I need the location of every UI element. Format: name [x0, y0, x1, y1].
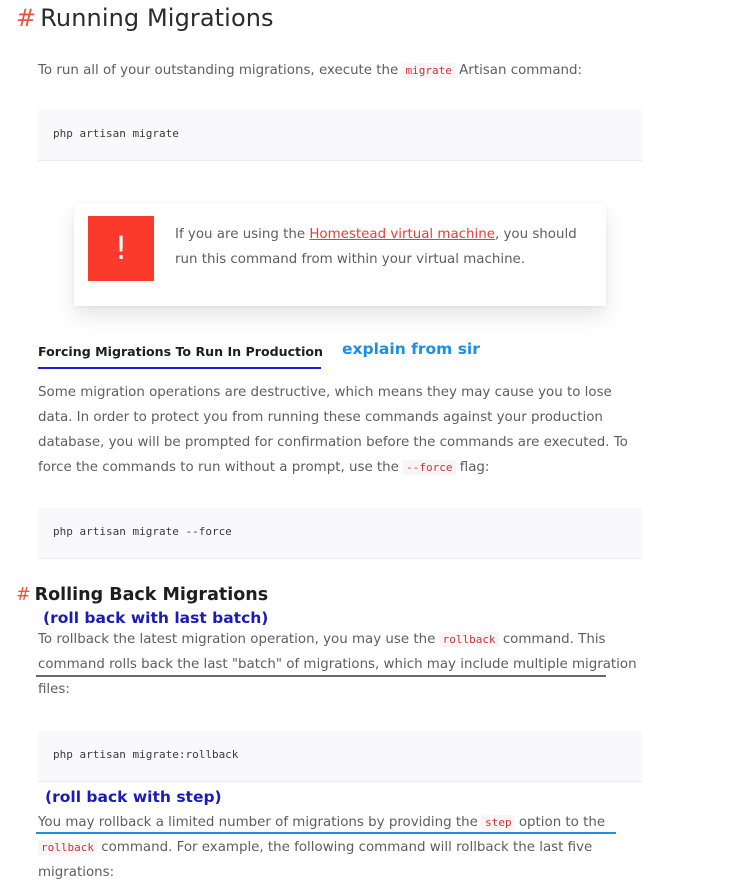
annotation-step: (roll back with step) [45, 788, 222, 806]
step-text-end: command. For example, the following comm… [38, 840, 593, 880]
exclamation-icon: ! [88, 216, 154, 281]
code-text: php artisan migrate [53, 127, 179, 140]
anchor-hash[interactable]: # [16, 4, 36, 32]
intro-text: To run all of your outstanding migration… [38, 63, 403, 78]
homestead-link[interactable]: Homestead virtual machine [309, 227, 495, 242]
intro-paragraph: To run all of your outstanding migration… [38, 58, 638, 83]
rollback-text: To rollback the latest migration operati… [38, 632, 440, 647]
callout-text-start: If you are using the [175, 227, 310, 242]
inline-code-migrate: migrate [402, 63, 455, 78]
forcing-text: Some migration operations are destructiv… [38, 385, 628, 475]
code-block-force: php artisan migrate --force [38, 508, 642, 559]
step-paragraph: You may rollback a limited number of mig… [38, 810, 638, 885]
forcing-text-end: flag: [455, 460, 490, 475]
callout-text: If you are using the Homestead virtual m… [175, 222, 595, 272]
rolling-heading: # Rolling Back Migrations [16, 585, 268, 605]
step-text: You may rollback a limited number of mig… [38, 815, 483, 830]
warning-callout: ! If you are using the Homestead virtual… [74, 204, 606, 306]
code-text: php artisan migrate --force [53, 525, 232, 538]
title-text: Running Migrations [40, 4, 274, 32]
forcing-paragraph: Some migration operations are destructiv… [38, 380, 638, 480]
annotation-explain: explain from sir [342, 340, 480, 358]
inline-code-rollback: rollback [439, 632, 499, 647]
inline-code-force: --force [403, 460, 456, 475]
step-text-mid: option to the [514, 815, 606, 830]
code-block-rollback: php artisan migrate:rollback [38, 731, 642, 782]
page-title: # Running Migrations [16, 4, 274, 32]
anchor-hash[interactable]: # [16, 585, 31, 605]
annotation-underline-gray [36, 675, 606, 677]
annotation-underline [38, 367, 321, 369]
rolling-heading-text: Rolling Back Migrations [34, 585, 269, 605]
annotation-last-batch: (roll back with last batch) [43, 609, 269, 627]
intro-text-end: Artisan command: [454, 63, 583, 78]
code-text: php artisan migrate:rollback [53, 748, 239, 761]
annotation-underline-blue [36, 832, 616, 834]
inline-code-step: step [482, 815, 515, 830]
code-block-migrate: php artisan migrate [38, 110, 642, 161]
forcing-heading: Forcing Migrations To Run In Production [38, 344, 324, 359]
inline-code-rollback-2: rollback [38, 840, 97, 855]
rollback-paragraph: To rollback the latest migration operati… [38, 627, 638, 702]
